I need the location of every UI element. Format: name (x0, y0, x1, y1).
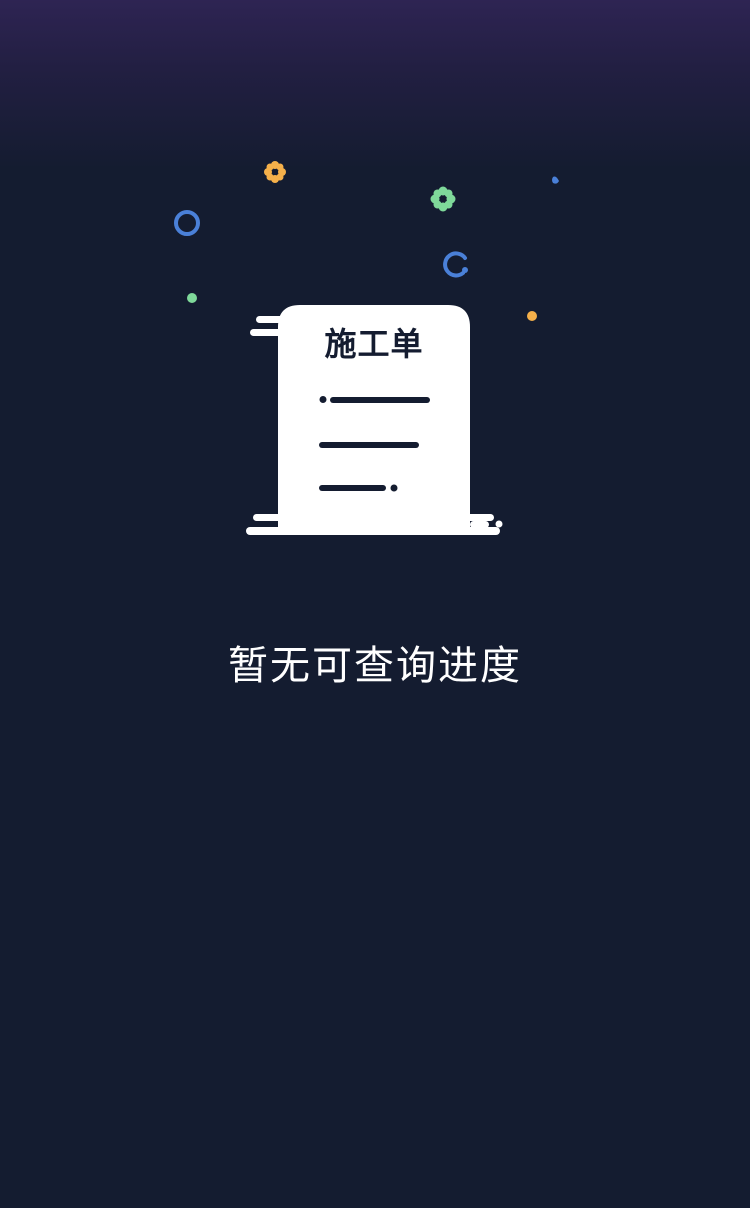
blue-arc-icon (443, 251, 468, 278)
green-flower-icon (430, 186, 456, 212)
blue-ring-icon (174, 210, 200, 236)
blue-drop-icon (552, 176, 559, 184)
document-title: 施工单 (324, 325, 424, 363)
empty-work-order-illustration (174, 161, 559, 535)
empty-state-message: 暂无可查询进度 (228, 643, 522, 689)
green-dot-icon (187, 293, 197, 303)
orange-flower-icon (264, 161, 286, 183)
orange-dot-icon (527, 311, 537, 321)
